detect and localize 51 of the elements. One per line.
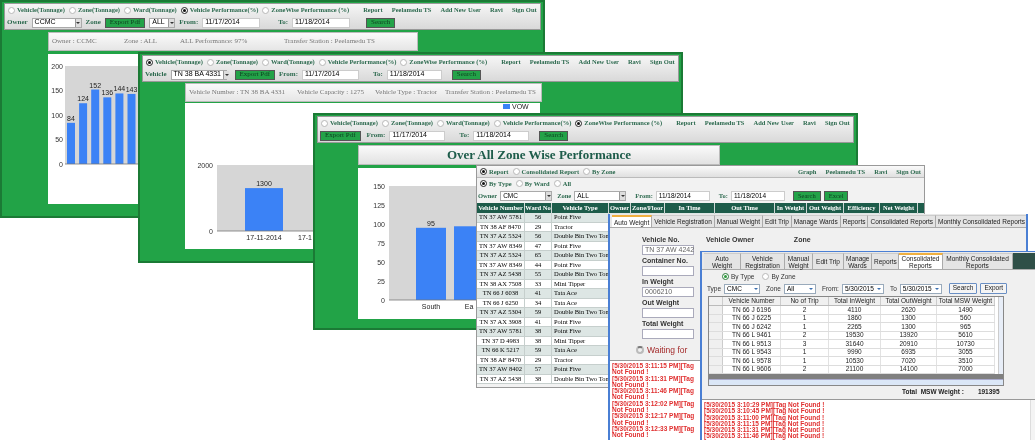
radio-button[interactable] — [123, 6, 131, 14]
radio-button[interactable] — [480, 168, 487, 175]
horizontal-scrollbar[interactable] — [709, 379, 1003, 385]
radio-button[interactable] — [436, 119, 444, 127]
dropdown-arrow-icon — [223, 70, 229, 79]
radio-button[interactable] — [722, 273, 729, 280]
chart-bar — [115, 93, 124, 164]
input-field[interactable] — [642, 308, 694, 318]
radio-button[interactable] — [318, 58, 326, 66]
dropdown-arrow-icon — [545, 192, 552, 200]
radio-button[interactable] — [68, 6, 76, 14]
dropdown-arrow-icon — [619, 192, 626, 200]
page-title: Over All Zone Wise Performance — [358, 145, 720, 165]
input-field[interactable] — [642, 266, 694, 276]
row-header[interactable] — [709, 340, 723, 348]
radio-button[interactable] — [575, 119, 583, 127]
radio-button[interactable] — [400, 58, 408, 66]
chart-bar — [127, 93, 136, 164]
input-field[interactable] — [642, 329, 694, 339]
radio-button[interactable] — [261, 58, 269, 66]
radio-button[interactable] — [8, 6, 15, 14]
chart-bar — [245, 188, 283, 231]
radio-button[interactable] — [553, 180, 561, 187]
row-header[interactable] — [709, 323, 723, 331]
radio-button[interactable] — [262, 6, 270, 14]
radio-button[interactable] — [515, 180, 523, 187]
chart-bar — [67, 122, 75, 164]
row-header[interactable] — [709, 331, 723, 339]
radio-button[interactable] — [493, 119, 501, 127]
dropdown-arrow-icon — [168, 18, 175, 27]
chart-bar — [79, 103, 88, 164]
row-header[interactable] — [709, 365, 723, 373]
row-header[interactable] — [709, 314, 723, 322]
radio-button[interactable] — [512, 168, 520, 175]
radio-button[interactable] — [206, 58, 214, 66]
radio-button[interactable] — [321, 119, 328, 127]
spinner-icon — [636, 346, 644, 355]
row-header[interactable] — [709, 348, 723, 356]
radio-button[interactable] — [762, 273, 770, 280]
radio-button[interactable] — [583, 168, 591, 175]
vertical-scrollbar[interactable] — [998, 297, 1003, 374]
radio-button[interactable] — [381, 119, 389, 127]
vertical-scrollbar[interactable] — [1030, 400, 1035, 440]
radio-button[interactable] — [180, 6, 188, 14]
dropdown-arrow-icon — [74, 18, 81, 27]
row-header[interactable] — [709, 357, 723, 365]
status-text: Waiting for — [647, 344, 688, 357]
chart-bar — [103, 97, 112, 164]
radio-button[interactable] — [146, 58, 153, 66]
row-header[interactable] — [709, 306, 723, 314]
radio-button[interactable] — [480, 180, 487, 187]
